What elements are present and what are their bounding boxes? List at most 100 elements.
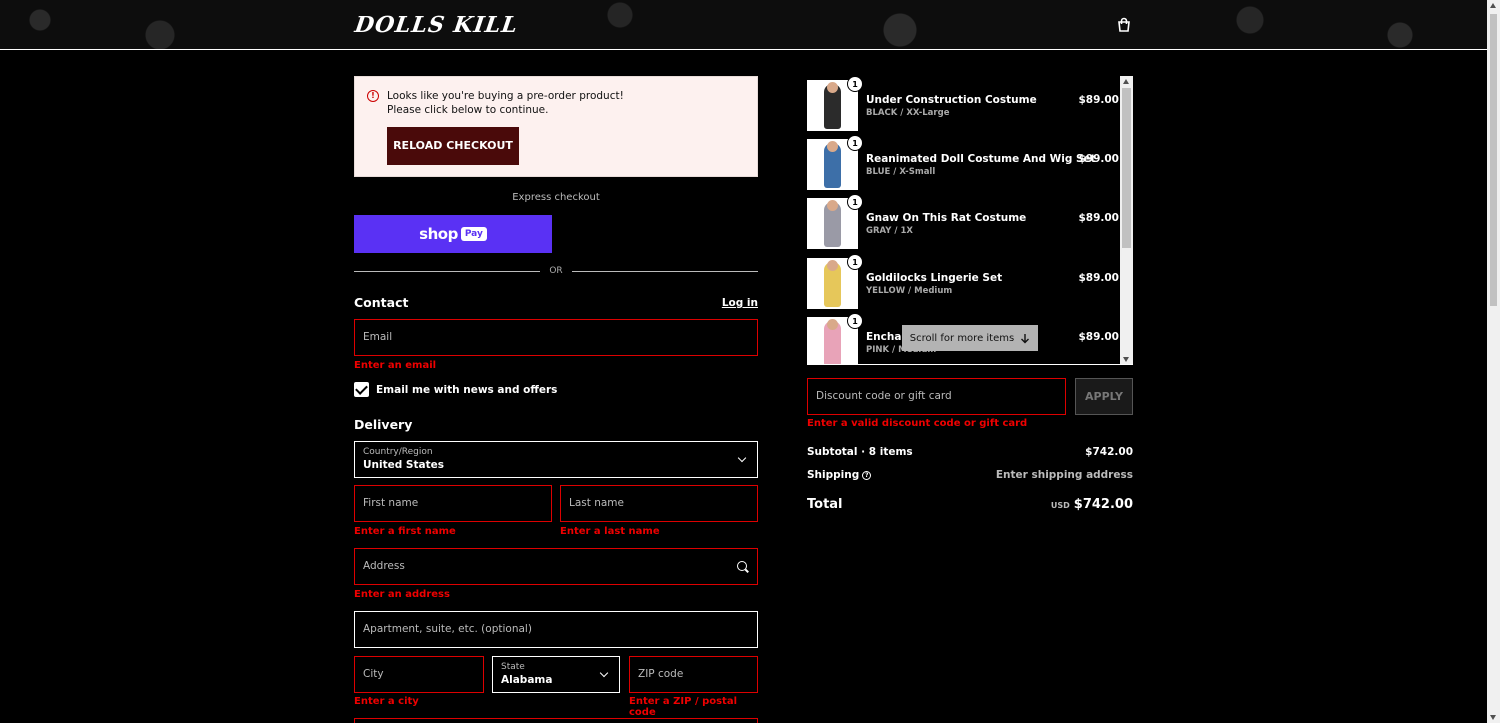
product-price: $89.00 <box>1078 331 1119 343</box>
page-scrollbar[interactable] <box>1487 0 1500 723</box>
apply-button[interactable]: APPLY <box>1075 378 1133 415</box>
quantity-badge: 1 <box>847 313 863 329</box>
reload-checkout-button[interactable]: RELOAD CHECKOUT <box>387 127 519 165</box>
shipping-row: Shipping? Enter shipping address <box>807 469 1133 481</box>
product-name: Gnaw On This Rat Costume <box>866 212 1027 224</box>
last-name-placeholder: Last name <box>569 497 624 509</box>
first-name-field[interactable]: First name <box>354 485 552 522</box>
checkout-form: ! Looks like you're buying a pre-order p… <box>354 76 758 723</box>
discount-code-field[interactable]: Discount code or gift card <box>807 378 1066 415</box>
state-value: Alabama <box>501 674 553 686</box>
shop-pay-logo: shop <box>419 225 458 243</box>
scroll-up-arrow-icon[interactable] <box>1123 79 1129 84</box>
alert-message: Looks like you're buying a pre-order pro… <box>387 89 624 117</box>
product-figure-head <box>827 319 838 330</box>
address-field[interactable]: Address <box>354 548 758 585</box>
email-field[interactable]: Email <box>354 319 758 356</box>
newsletter-option[interactable]: Email me with news and offers <box>354 382 557 397</box>
subtotal-row: Subtotal · 8 items $742.00 <box>807 446 1133 458</box>
quantity-badge: 1 <box>847 135 863 151</box>
alert-line-2: Please click below to continue. <box>387 104 549 116</box>
product-price: $89.00 <box>1078 272 1119 284</box>
address-error: Enter an address <box>354 589 450 600</box>
scrollbar-thumb[interactable] <box>1490 14 1497 306</box>
city-error: Enter a city <box>354 696 419 707</box>
product-name: Under Construction Costume <box>866 94 1037 106</box>
newsletter-label[interactable]: Email me with news and offers <box>376 384 557 396</box>
last-name-field[interactable]: Last name <box>560 485 758 522</box>
apartment-placeholder: Apartment, suite, etc. (optional) <box>363 623 532 635</box>
country-select[interactable]: Country/Region United States <box>354 441 758 478</box>
scroll-hint-label: Scroll for more items <box>909 332 1015 344</box>
cart-items-list[interactable]: 1 Under Construction Costume BLACK / XX-… <box>807 76 1133 365</box>
city-field[interactable]: City <box>354 656 484 693</box>
login-link[interactable]: Log in <box>722 297 758 309</box>
quantity-badge: 1 <box>847 76 863 92</box>
last-name-error: Enter a last name <box>560 526 660 537</box>
country-label: Country/Region <box>363 447 433 457</box>
alert-circle-icon: ! <box>367 90 379 102</box>
email-error: Enter an email <box>354 360 437 371</box>
or-divider: OR <box>354 266 758 276</box>
help-icon[interactable]: ? <box>862 470 872 480</box>
preorder-alert: ! Looks like you're buying a pre-order p… <box>354 76 758 177</box>
subtotal-label: Subtotal · 8 items <box>807 446 913 458</box>
product-figure-head <box>827 260 838 271</box>
chevron-down-icon <box>599 668 609 678</box>
product-variant: YELLOW / Medium <box>866 286 953 296</box>
product-price: $89.00 <box>1078 212 1119 224</box>
total-row: Total USD $742.00 <box>807 497 1133 512</box>
shopping-bag-icon[interactable] <box>1116 17 1132 33</box>
shop-pay-badge: Pay <box>460 227 487 241</box>
first-name-error: Enter a first name <box>354 526 456 537</box>
apartment-field[interactable]: Apartment, suite, etc. (optional) <box>354 611 758 648</box>
total-value: $742.00 <box>1073 497 1133 512</box>
quantity-badge: 1 <box>847 194 863 210</box>
first-name-placeholder: First name <box>363 497 419 509</box>
state-select[interactable]: State Alabama <box>492 656 620 693</box>
phone-field[interactable] <box>354 718 758 723</box>
delivery-heading: Delivery <box>354 417 413 432</box>
zip-error: Enter a ZIP / postal code <box>629 696 738 718</box>
product-figure-head <box>827 141 838 152</box>
divider-line-right <box>572 271 758 272</box>
state-label: State <box>501 662 525 672</box>
product-figure-head <box>827 82 838 93</box>
newsletter-checkbox[interactable] <box>354 382 369 397</box>
zip-placeholder: ZIP code <box>638 668 684 680</box>
product-variant: BLACK / XX-Large <box>866 108 950 118</box>
product-name: Goldilocks Lingerie Set <box>866 272 1003 284</box>
scroll-up-arrow-icon[interactable] <box>1490 3 1496 8</box>
search-icon[interactable] <box>737 561 747 571</box>
shop-pay-button[interactable]: shop Pay <box>354 215 552 253</box>
list-item: 1 Under Construction Costume BLACK / XX-… <box>807 76 1119 131</box>
discount-placeholder: Discount code or gift card <box>816 390 952 402</box>
cart-items-scrollbar[interactable] <box>1120 76 1133 364</box>
site-header: DOLLS KILL <box>0 0 1487 50</box>
zip-field[interactable]: ZIP code <box>629 656 758 693</box>
product-price: $99.00 <box>1078 153 1119 165</box>
product-variant: GRAY / 1X <box>866 226 913 236</box>
address-placeholder: Address <box>363 560 405 572</box>
scroll-down-arrow-icon[interactable] <box>1123 357 1129 362</box>
product-name: Reanimated Doll Costume And Wig Set <box>866 153 1096 165</box>
city-placeholder: City <box>363 668 384 680</box>
scroll-down-arrow-icon[interactable] <box>1490 715 1496 720</box>
product-variant: BLUE / X-Small <box>866 167 936 177</box>
product-figure-head <box>827 200 838 211</box>
chevron-down-icon <box>737 453 747 463</box>
alert-line-1: Looks like you're buying a pre-order pro… <box>387 90 624 102</box>
shipping-label: Shipping <box>807 469 860 481</box>
list-item: 1 Gnaw On This Rat Costume GRAY / 1X $89… <box>807 194 1119 249</box>
quantity-badge: 1 <box>847 254 863 270</box>
discount-error: Enter a valid discount code or gift card <box>807 418 1028 429</box>
scroll-for-more-items-button[interactable]: Scroll for more items <box>902 325 1038 351</box>
list-item: 1 Goldilocks Lingerie Set YELLOW / Mediu… <box>807 254 1119 309</box>
dolls-kill-logo[interactable]: DOLLS KILL <box>353 12 520 38</box>
scrollbar-thumb[interactable] <box>1122 88 1131 248</box>
country-value: United States <box>363 459 444 471</box>
subtotal-value: $742.00 <box>1085 446 1133 458</box>
email-placeholder: Email <box>363 331 393 343</box>
list-item: 1 Reanimated Doll Costume And Wig Set BL… <box>807 135 1119 190</box>
shipping-value: Enter shipping address <box>995 469 1133 481</box>
